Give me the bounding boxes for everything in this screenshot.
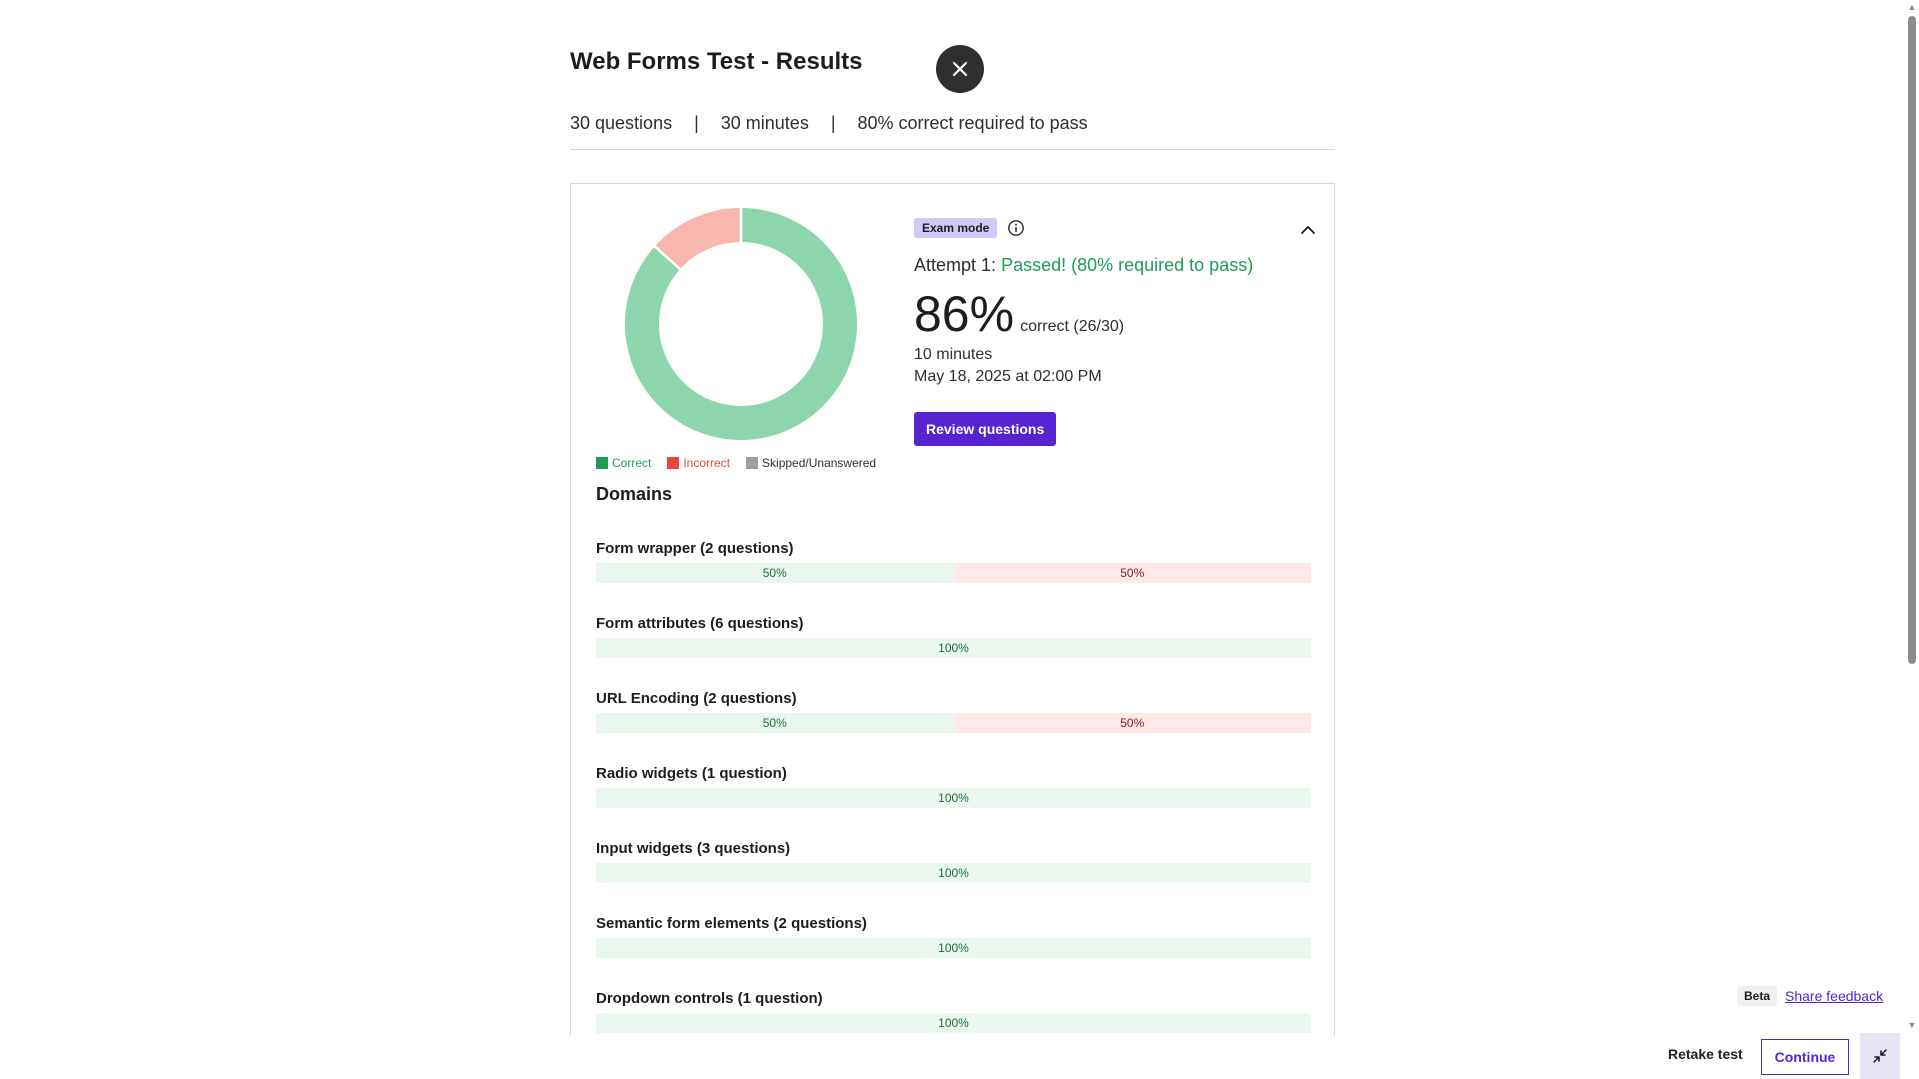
chevron-up-icon[interactable] bbox=[1298, 220, 1318, 240]
domain-bar: 50% 50% bbox=[596, 713, 1311, 733]
domain-item: Form wrapper (2 questions) 50% 50% bbox=[596, 539, 1311, 583]
domain-bar-correct: 100% bbox=[596, 638, 1311, 658]
domain-name: Semantic form elements (2 questions) bbox=[596, 915, 867, 932]
attempt-duration: 10 minutes bbox=[914, 346, 993, 363]
legend-correct-label: Correct bbox=[612, 456, 652, 470]
collapse-button[interactable] bbox=[1860, 1033, 1900, 1079]
review-questions-button[interactable]: Review questions bbox=[914, 412, 1057, 446]
domain-bar-correct: 100% bbox=[596, 1013, 1311, 1033]
feedback-widget: Beta Share feedback bbox=[1737, 986, 1883, 1006]
correct-swatch bbox=[596, 457, 608, 469]
scroll-down-arrow-icon[interactable]: ▼ bbox=[1907, 1020, 1917, 1030]
scroll-thumb[interactable] bbox=[1908, 16, 1916, 664]
score-row: 86% correct (26/30) bbox=[914, 286, 1314, 342]
domain-item: URL Encoding (2 questions) 50% 50% bbox=[596, 689, 1311, 733]
question-count: 30 questions bbox=[570, 113, 673, 133]
domain-bar-correct: 50% bbox=[596, 563, 954, 583]
domain-name: Form attributes (6 questions) bbox=[596, 615, 804, 632]
domain-bar: 100% bbox=[596, 938, 1311, 958]
attempt-status: Attempt 1: Passed! (80% required to pass… bbox=[914, 252, 1314, 278]
domains-heading: Domains bbox=[596, 484, 673, 504]
legend-skipped: Skipped/Unanswered bbox=[746, 456, 876, 470]
retake-test-button[interactable]: Retake test bbox=[1668, 1046, 1743, 1062]
attempt-card: Correct Incorrect Skipped/Unanswered Exa… bbox=[570, 183, 1335, 1043]
domain-bar: 100% bbox=[596, 638, 1311, 658]
scroll-up-arrow-icon[interactable]: ▲ bbox=[1907, 2, 1917, 12]
share-feedback-link[interactable]: Share feedback bbox=[1785, 988, 1883, 1004]
legend-skipped-label: Skipped/Unanswered bbox=[762, 456, 877, 470]
divider bbox=[570, 149, 1335, 150]
test-meta: 30 questions | 30 minutes | 80% correct … bbox=[570, 110, 1088, 136]
domain-bar: 50% 50% bbox=[596, 563, 1311, 583]
domain-name: Input widgets (3 questions) bbox=[596, 840, 791, 857]
info-icon[interactable] bbox=[1007, 219, 1025, 237]
close-button[interactable] bbox=[936, 45, 984, 93]
domain-bar-correct: 50% bbox=[596, 713, 954, 733]
domain-bar: 100% bbox=[596, 788, 1311, 808]
domain-name: Radio widgets (1 question) bbox=[596, 765, 787, 782]
exam-mode-badge: Exam mode bbox=[914, 218, 998, 238]
domain-bar-correct: 100% bbox=[596, 788, 1311, 808]
score-percentage: 86% bbox=[914, 286, 1015, 342]
collapse-icon bbox=[1873, 1049, 1887, 1063]
domain-name: URL Encoding (2 questions) bbox=[596, 690, 797, 707]
continue-button[interactable]: Continue bbox=[1761, 1039, 1849, 1075]
attempt-date: May 18, 2025 at 02:00 PM bbox=[914, 368, 1102, 385]
domain-item: Semantic form elements (2 questions) 100… bbox=[596, 914, 1311, 958]
legend-incorrect-label: Incorrect bbox=[683, 456, 731, 470]
legend-correct: Correct bbox=[596, 456, 651, 470]
domain-bar: 100% bbox=[596, 1013, 1311, 1033]
domain-bar: 100% bbox=[596, 863, 1311, 883]
meta-separator: | bbox=[694, 113, 699, 133]
time-limit: 30 minutes bbox=[720, 113, 809, 133]
incorrect-swatch bbox=[667, 457, 680, 469]
domain-bar-incorrect: 50% bbox=[953, 713, 1311, 733]
meta-separator: | bbox=[830, 113, 836, 133]
score-donut-chart bbox=[625, 207, 857, 440]
footer-bar bbox=[0, 1036, 1905, 1079]
close-icon bbox=[952, 61, 968, 77]
pass-requirement: 80% correct required to pass bbox=[857, 113, 1088, 133]
domain-name: Form wrapper (2 questions) bbox=[596, 540, 794, 557]
domain-item: Input widgets (3 questions) 100% bbox=[596, 839, 1311, 883]
score-detail: correct (26/30) bbox=[1020, 318, 1125, 335]
domain-item: Dropdown controls (1 question) 100% bbox=[596, 989, 1311, 1033]
domain-name: Dropdown controls (1 question) bbox=[596, 990, 823, 1007]
page-scrollbar[interactable]: ▲ ▼ bbox=[1905, 0, 1919, 1079]
legend-incorrect: Incorrect bbox=[667, 456, 730, 470]
domain-bar-correct: 100% bbox=[596, 938, 1311, 958]
attempt-result: Exam mode Attempt 1: Passed! (80% requir… bbox=[914, 218, 1314, 446]
domain-item: Radio widgets (1 question) 100% bbox=[596, 764, 1311, 808]
beta-badge: Beta bbox=[1737, 986, 1778, 1006]
mode-row: Exam mode bbox=[914, 218, 1314, 238]
domain-item: Form attributes (6 questions) 100% bbox=[596, 614, 1311, 658]
chart-legend: Correct Incorrect Skipped/Unanswered bbox=[596, 456, 876, 470]
skipped-swatch bbox=[746, 457, 759, 469]
passed-status: Passed! (80% required to pass) bbox=[1001, 255, 1254, 275]
domain-bar-correct: 100% bbox=[596, 863, 1311, 883]
attempt-label: Attempt 1: bbox=[914, 255, 997, 275]
domain-bar-incorrect: 50% bbox=[953, 563, 1311, 583]
